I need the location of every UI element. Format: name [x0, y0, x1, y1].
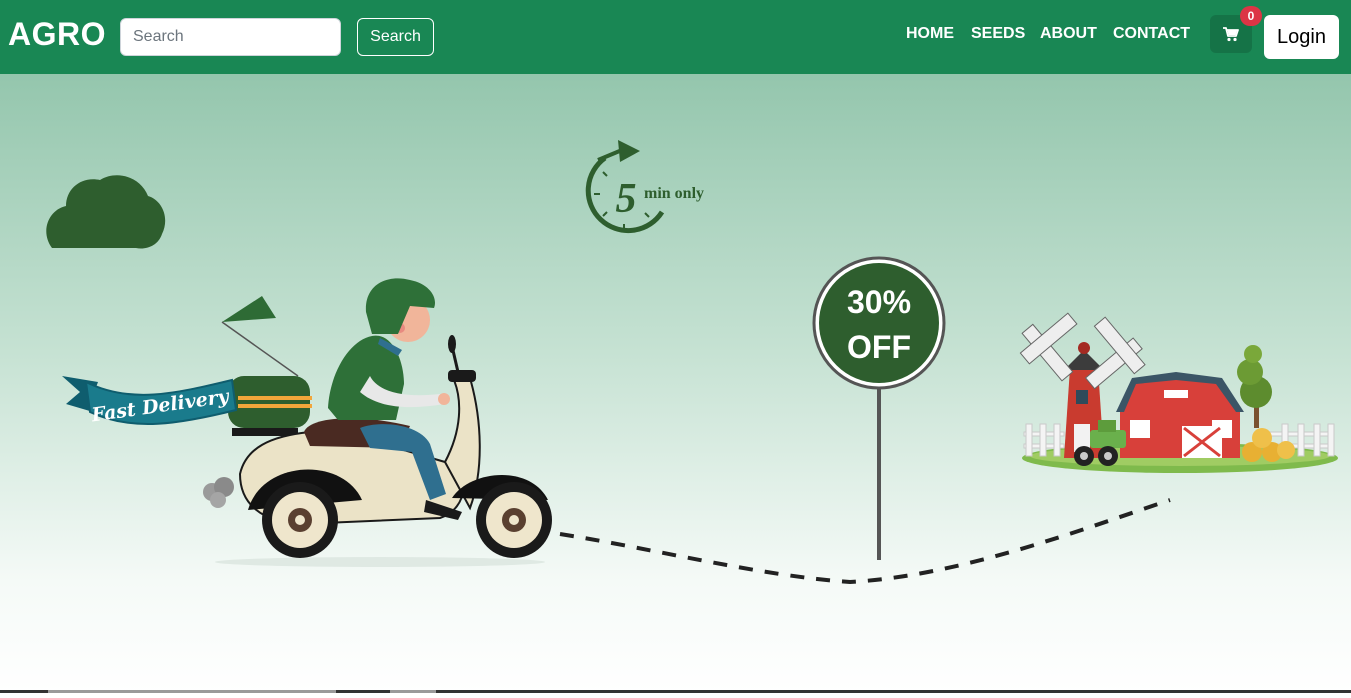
nav-link-contact[interactable]: CONTACT	[1113, 25, 1190, 43]
scooter-wheel	[262, 482, 338, 558]
nav-link-home[interactable]: HOME	[906, 25, 954, 43]
hero-banner: 5 min only 30% OFF Fast Delivery	[0, 74, 1351, 693]
cart-icon	[1223, 27, 1239, 42]
search-input[interactable]	[120, 18, 341, 56]
timer-number: 5	[616, 176, 637, 222]
offer-off: OFF	[847, 329, 911, 365]
search-button[interactable]: Search	[357, 18, 434, 56]
nav-link-seeds[interactable]: SEEDS	[971, 25, 1025, 43]
scooter-wheel	[476, 482, 552, 558]
nav-link-about[interactable]: ABOUT	[1040, 25, 1097, 43]
offer-percent: 30%	[847, 284, 911, 320]
timer-label: min only	[644, 185, 704, 202]
cart-count-badge: 0	[1240, 6, 1262, 26]
delivery-illustration: 5 min only 30% OFF Fast Delivery	[0, 74, 1351, 693]
brand-logo[interactable]: AGRO	[8, 16, 106, 53]
navbar: AGRO Search HOME SEEDS ABOUT CONTACT 0 L…	[0, 0, 1351, 74]
login-button[interactable]: Login	[1264, 15, 1339, 59]
